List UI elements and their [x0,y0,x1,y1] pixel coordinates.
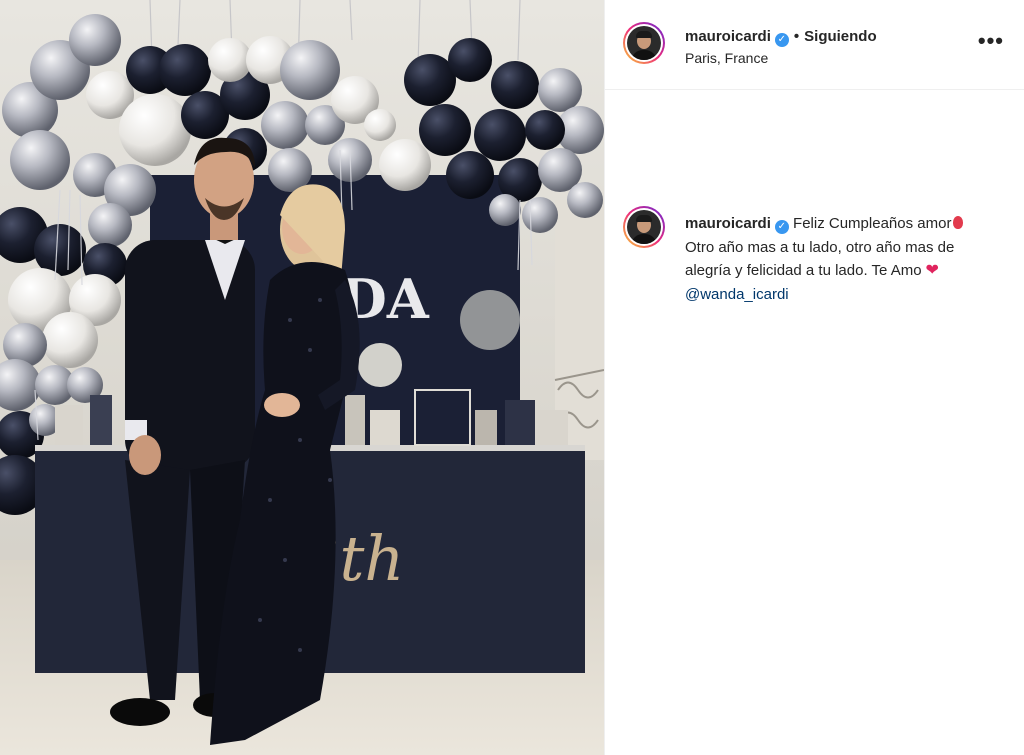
separator-dot: • [793,28,800,45]
caption-text-part2: Otro año mas a tu lado, otro año mas de … [685,238,955,280]
caption-text-part1: Feliz Cumpleaños amor [793,215,952,232]
verified-badge-icon: ✓ [774,33,789,47]
caption-avatar[interactable] [623,206,665,248]
party-photo-illustration: DA 3th [0,0,604,755]
mention-link[interactable]: @wanda_icardi [685,286,789,303]
post-header: mauroicardi ✓ • Siguiendo Paris, France ••• [605,0,1024,90]
follow-status-button[interactable]: Siguiendo [804,28,877,45]
post-side-panel: mauroicardi ✓ • Siguiendo Paris, France •••… [604,0,1024,755]
post-location[interactable]: Paris, France [685,50,768,66]
verified-badge-icon: ✓ [774,220,789,234]
instagram-post: DA 3th mauroicardi ✓ • Siguiendo Paris, … [0,0,1024,755]
profile-avatar[interactable] [623,22,665,64]
heart-emoji-icon: ❤ [925,262,939,279]
caption-text: mauroicardi ✓ Feliz Cumpleaños amor Otro a… [685,212,995,306]
more-options-icon[interactable]: ••• [978,30,1004,52]
caption-username[interactable]: mauroicardi [685,215,771,232]
post-photo[interactable]: DA 3th [0,0,604,755]
header-username[interactable]: mauroicardi [685,28,771,45]
balloon-emoji-icon [953,216,964,229]
header-name-row: mauroicardi ✓ • Siguiendo [685,28,877,47]
